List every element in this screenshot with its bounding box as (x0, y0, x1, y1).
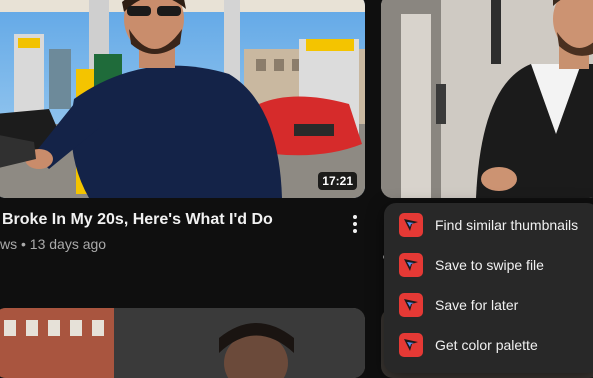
video-thumbnail[interactable] (0, 308, 365, 378)
video-duration: 17:21 (318, 172, 357, 190)
menu-item-get-color-palette[interactable]: Get color palette (384, 325, 593, 365)
thumbnail-image (0, 308, 365, 378)
menu-item-label: Save for later (435, 297, 519, 313)
kebab-dot (353, 222, 357, 226)
kebab-dot (353, 229, 357, 233)
menu-item-label: Get color palette (435, 337, 538, 353)
video-metadata: ws • 13 days ago (0, 236, 107, 252)
video-title[interactable]: Broke In My 20s, Here's What I'd Do (2, 211, 273, 229)
menu-item-label: Save to swipe file (435, 257, 544, 273)
context-menu: Find similar thumbnails Save to swipe fi… (384, 203, 593, 373)
extension-logo-icon (399, 213, 423, 237)
thumbnail-image (0, 0, 365, 198)
kebab-dot (353, 215, 357, 219)
extension-logo-icon (399, 293, 423, 317)
more-options-button[interactable] (345, 212, 365, 236)
extension-logo-icon (399, 333, 423, 357)
menu-item-save-for-later[interactable]: Save for later (384, 285, 593, 325)
thumbnail-image (381, 0, 593, 198)
menu-item-find-similar-thumbnails[interactable]: Find similar thumbnails (384, 205, 593, 245)
video-thumbnail[interactable]: 17:21 (0, 0, 365, 198)
video-thumbnail[interactable] (381, 0, 593, 198)
menu-item-label: Find similar thumbnails (435, 217, 579, 233)
extension-logo-icon (399, 253, 423, 277)
menu-item-save-to-swipe-file[interactable]: Save to swipe file (384, 245, 593, 285)
